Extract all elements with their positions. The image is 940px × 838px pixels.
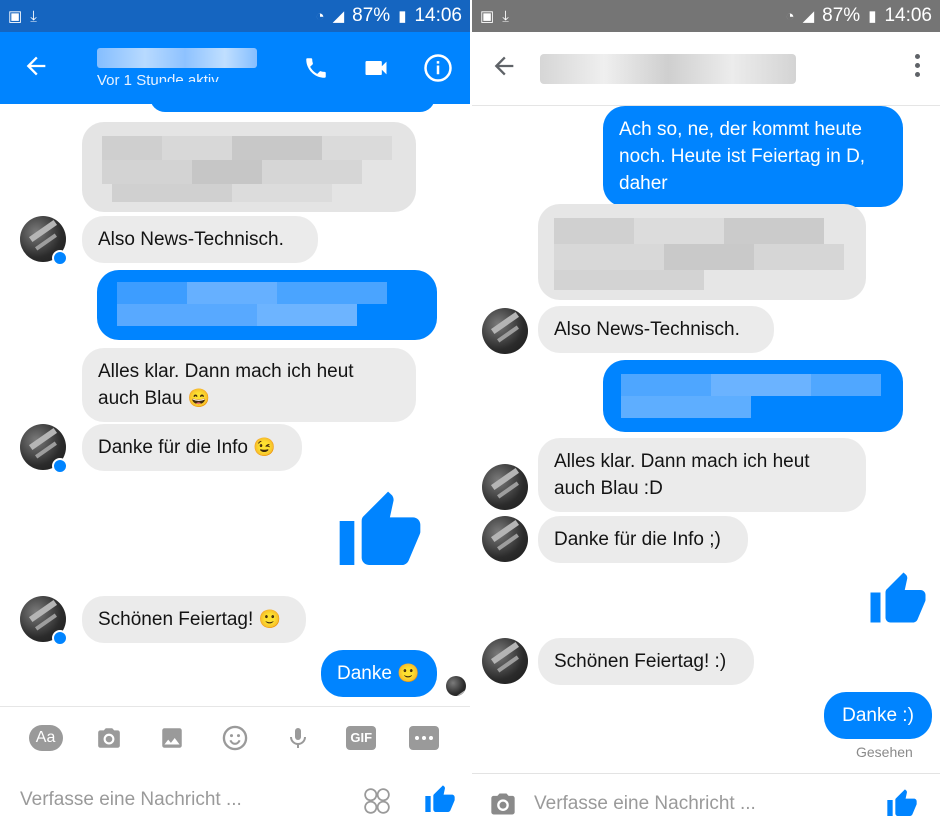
blurred-incoming-message bbox=[538, 204, 866, 300]
wifi-icon: ◔ bbox=[315, 7, 325, 25]
smile-emoji-icon: 🙂 bbox=[258, 609, 281, 629]
thumbs-up-icon bbox=[868, 568, 928, 637]
clock: 14:06 bbox=[414, 5, 462, 26]
status-bar: ▣ ⤓ ◔ ◢ 87% ▮ 14:06 bbox=[472, 0, 940, 32]
text-format-icon[interactable]: Aa bbox=[26, 720, 66, 756]
gif-icon[interactable]: GIF bbox=[341, 720, 381, 756]
aa-label: Aa bbox=[28, 725, 63, 751]
camera-icon[interactable] bbox=[89, 720, 129, 756]
partial-outgoing-bubble bbox=[150, 82, 435, 112]
contact-name-blurred[interactable] bbox=[540, 54, 796, 84]
conversation-header bbox=[472, 32, 940, 106]
gif-label: GIF bbox=[346, 726, 377, 750]
outgoing-message: Danke :) bbox=[824, 692, 932, 739]
wink-emoji-icon: 😉 bbox=[253, 437, 276, 457]
battery-percent: 87% bbox=[352, 5, 391, 26]
download-notification-icon: ⤓ bbox=[502, 7, 509, 25]
phone-icon[interactable] bbox=[298, 50, 334, 86]
sticker-icon[interactable] bbox=[362, 786, 392, 821]
message-input[interactable]: Verfasse eine Nachricht ... bbox=[534, 793, 756, 815]
message-text: Schönen Feiertag! bbox=[98, 609, 254, 630]
incoming-message: Also News-Technisch. bbox=[82, 216, 318, 263]
smile-emoji-icon: 🙂 bbox=[397, 663, 420, 683]
wifi-icon: ◔ bbox=[785, 7, 795, 25]
battery-percent: 87% bbox=[822, 5, 861, 26]
outgoing-message: Danke 🙂 bbox=[321, 650, 437, 697]
clock: 14:06 bbox=[884, 5, 932, 26]
signal-icon: ◢ bbox=[802, 8, 815, 25]
left-screenshot: ▣ ⤓ ◔ ◢ 87% ▮ 14:06 Vor 1 Stunde aktiv A… bbox=[0, 0, 470, 838]
seen-indicator: Gesehen bbox=[856, 744, 913, 760]
overflow-menu-icon[interactable] bbox=[915, 54, 920, 77]
message-text: Alles klar. Dann mach ich heut auch Blau bbox=[98, 361, 354, 409]
messenger-badge-icon bbox=[52, 458, 68, 474]
info-icon[interactable] bbox=[420, 50, 456, 86]
video-camera-icon[interactable] bbox=[358, 50, 394, 86]
incoming-message: Also News-Technisch. bbox=[538, 306, 774, 353]
battery-icon: ▮ bbox=[398, 8, 407, 25]
back-arrow-icon[interactable] bbox=[490, 52, 518, 86]
back-arrow-icon[interactable] bbox=[22, 52, 50, 86]
right-screenshot: ▣ ⤓ ◔ ◢ 87% ▮ 14:06 Ach so, ne, der komm… bbox=[472, 0, 940, 838]
contact-avatar[interactable] bbox=[482, 516, 528, 562]
more-icon[interactable] bbox=[404, 720, 444, 756]
incoming-message: Alles klar. Dann mach ich heut auch Blau… bbox=[82, 348, 416, 422]
gallery-notification-icon: ▣ bbox=[8, 8, 23, 25]
contact-avatar[interactable] bbox=[482, 464, 528, 510]
camera-icon[interactable] bbox=[488, 790, 518, 823]
incoming-message: Danke für die Info 😉 bbox=[82, 424, 302, 471]
contact-avatar[interactable] bbox=[482, 638, 528, 684]
incoming-message: Schönen Feiertag! 🙂 bbox=[82, 596, 306, 643]
thumbs-up-icon bbox=[336, 486, 424, 583]
messenger-badge-icon bbox=[52, 630, 68, 646]
battery-icon: ▮ bbox=[868, 8, 877, 25]
like-button-icon[interactable] bbox=[886, 788, 918, 825]
outgoing-message: Ach so, ne, der kommt heute noch. Heute … bbox=[603, 106, 903, 207]
incoming-message: Danke für die Info ;) bbox=[538, 516, 748, 563]
smiley-icon[interactable] bbox=[215, 720, 255, 756]
like-button-icon[interactable] bbox=[424, 784, 456, 821]
signal-icon: ◢ bbox=[332, 8, 345, 25]
download-notification-icon: ⤓ bbox=[30, 7, 37, 25]
contact-avatar[interactable] bbox=[482, 308, 528, 354]
incoming-message: Schönen Feiertag! :) bbox=[538, 638, 754, 685]
status-bar: ▣ ⤓ ◔ ◢ 87% ▮ 14:06 bbox=[0, 0, 470, 32]
divider-line bbox=[0, 706, 470, 707]
blurred-outgoing-message bbox=[97, 270, 437, 340]
messenger-badge-icon bbox=[52, 250, 68, 266]
image-icon[interactable] bbox=[152, 720, 192, 756]
message-input[interactable]: Verfasse eine Nachricht ... bbox=[20, 789, 242, 811]
blurred-outgoing-message bbox=[603, 360, 903, 432]
message-text: Danke für die Info bbox=[98, 437, 248, 458]
microphone-icon[interactable] bbox=[278, 720, 318, 756]
grinning-emoji-icon: 😄 bbox=[187, 388, 211, 408]
composer-toolbar: Aa GIF bbox=[0, 712, 470, 764]
seen-avatar bbox=[446, 676, 466, 696]
composer-row: Verfasse eine Nachricht ... bbox=[0, 770, 470, 830]
gallery-notification-icon: ▣ bbox=[480, 8, 495, 25]
incoming-message: Alles klar. Dann mach ich heut auch Blau… bbox=[538, 438, 866, 512]
message-text: Danke bbox=[337, 663, 392, 684]
composer-row: Verfasse eine Nachricht ... bbox=[472, 774, 940, 834]
blurred-incoming-message bbox=[82, 122, 416, 212]
contact-name-blurred[interactable] bbox=[97, 48, 257, 68]
